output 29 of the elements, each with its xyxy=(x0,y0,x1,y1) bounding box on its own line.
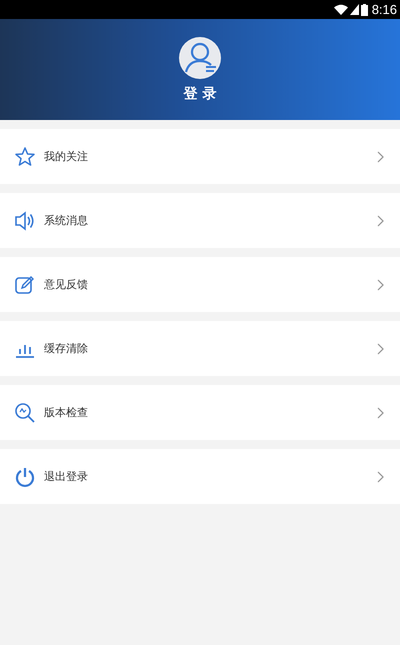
menu-label: 系统消息 xyxy=(44,213,89,228)
speaker-icon xyxy=(14,210,36,232)
chevron-icon xyxy=(377,406,384,418)
menu-label: 版本检查 xyxy=(44,405,89,420)
chevron-icon xyxy=(377,342,384,354)
battery-icon xyxy=(360,4,368,16)
menu-item[interactable]: 意见反馈 xyxy=(0,257,400,312)
menu-label: 我的关注 xyxy=(44,149,89,164)
search-icon xyxy=(14,402,36,424)
menu-label: 缓存清除 xyxy=(44,341,89,356)
power-icon xyxy=(14,466,36,488)
menu-item[interactable]: 系统消息 xyxy=(0,193,400,248)
menu-label: 意见反馈 xyxy=(44,277,89,292)
signal-icon xyxy=(350,4,359,15)
avatar-icon[interactable] xyxy=(179,37,221,79)
menu-item[interactable]: 退出登录 xyxy=(0,449,400,504)
edit-icon xyxy=(14,274,36,296)
menu-item[interactable]: 缓存清除 xyxy=(0,321,400,376)
menu-label: 退出登录 xyxy=(44,469,89,484)
menu-item[interactable]: 版本检查 xyxy=(0,385,400,440)
chevron-icon xyxy=(377,150,384,162)
status-time: 8:16 xyxy=(372,2,397,17)
wifi-icon xyxy=(334,4,348,15)
login-button[interactable]: 登 录 xyxy=(182,85,218,103)
chevron-icon xyxy=(377,278,384,290)
chevron-icon xyxy=(377,214,384,226)
star-icon xyxy=(14,146,36,168)
menu-item[interactable]: 我的关注 xyxy=(0,129,400,184)
chevron-icon xyxy=(377,470,384,482)
